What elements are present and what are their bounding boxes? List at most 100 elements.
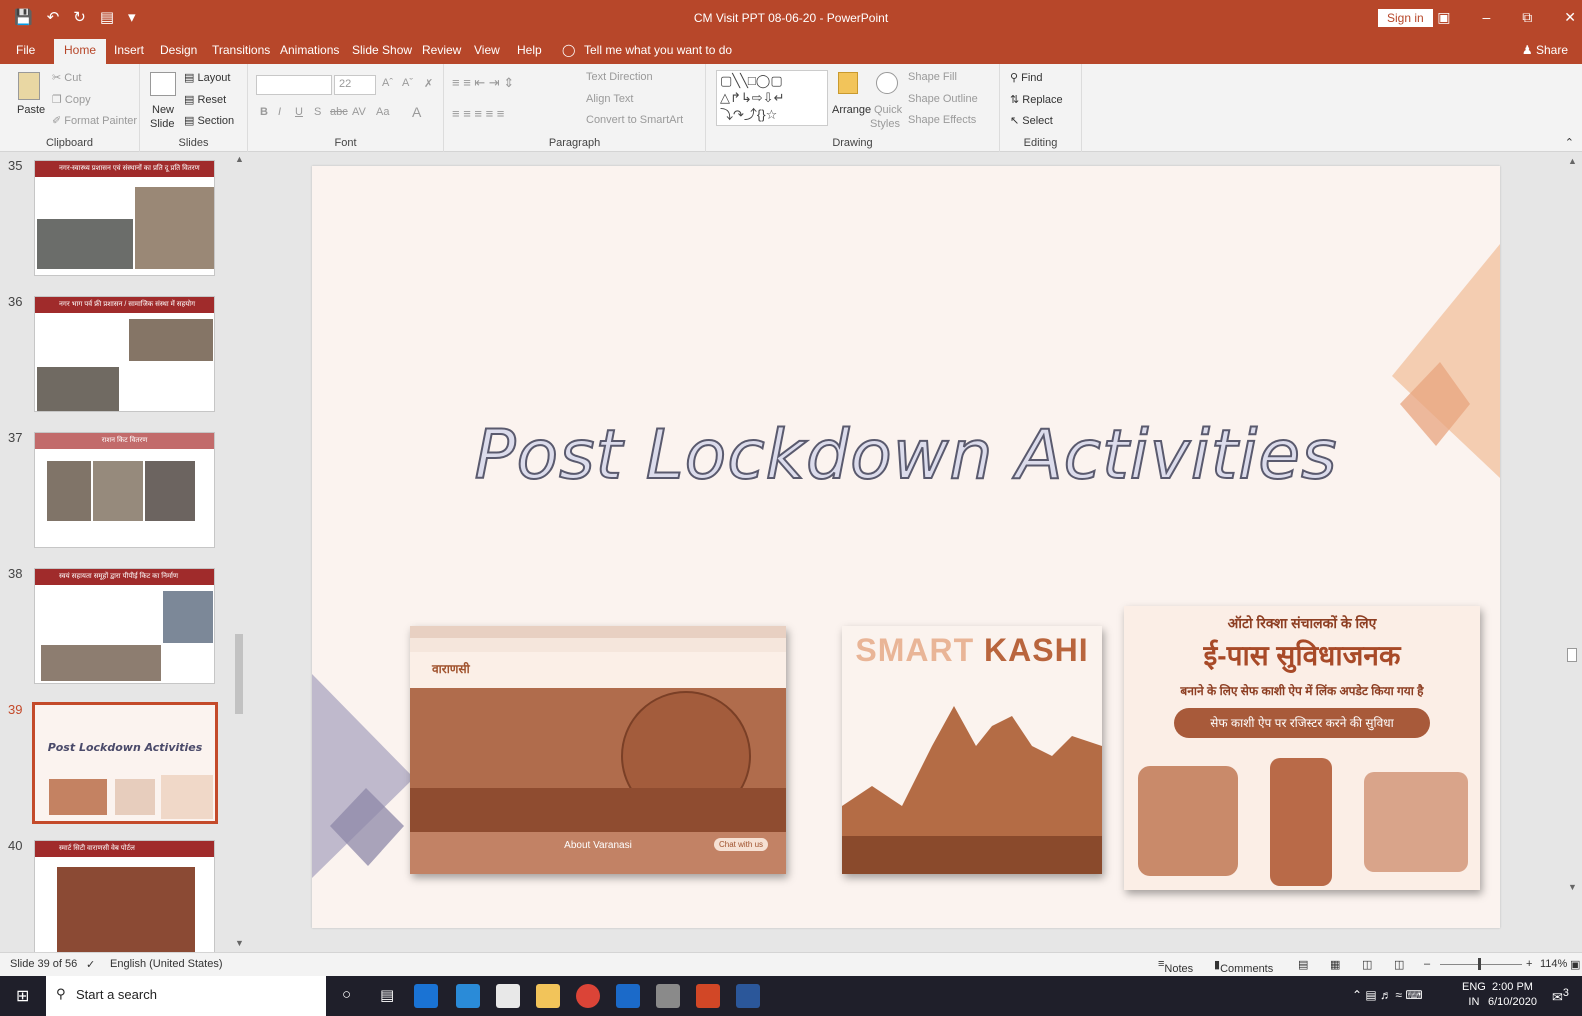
scroll-up-icon[interactable]: ▲ — [1568, 156, 1577, 166]
close-icon[interactable]: ✕ — [1564, 9, 1576, 26]
select-button[interactable]: ↖ Select — [1010, 114, 1053, 127]
cut-button[interactable]: ✂ Cut — [52, 71, 81, 84]
windows-start-icon[interactable]: ⊞ — [16, 986, 29, 1006]
tab-slide-show[interactable]: Slide Show — [352, 43, 412, 57]
paste-icon[interactable] — [18, 72, 40, 100]
network-app-icon[interactable] — [656, 984, 680, 1008]
sign-in-button[interactable]: Sign in — [1378, 9, 1433, 27]
zoom-out-icon[interactable]: – — [1424, 958, 1430, 970]
scroll-up-icon[interactable]: ▲ — [235, 154, 244, 164]
smart-kashi-image[interactable]: SMART KASHI — [842, 626, 1102, 874]
arrange-icon[interactable] — [838, 72, 858, 94]
tell-me-search[interactable]: Tell me what you want to do — [584, 43, 732, 57]
spellcheck-icon[interactable]: ✓ — [86, 958, 95, 971]
slide-title[interactable]: Post Lockdown Activities — [312, 415, 1500, 496]
shape-outline-button[interactable]: Shape Outline — [908, 93, 978, 105]
strikethrough-button[interactable]: abc — [330, 106, 348, 118]
minimize-icon[interactable]: – — [1482, 9, 1490, 26]
tab-help[interactable]: Help — [517, 43, 542, 57]
zoom-level[interactable]: 114% — [1540, 958, 1567, 970]
tab-design[interactable]: Design — [160, 43, 197, 57]
comments-button[interactable]: ▮ Comments — [1214, 958, 1273, 975]
internet-explorer-icon[interactable] — [616, 984, 640, 1008]
font-name-box[interactable] — [256, 75, 332, 95]
slide-sorter-icon[interactable]: ▦ — [1330, 958, 1340, 971]
scroll-thumb[interactable] — [235, 634, 243, 714]
task-view-icon[interactable]: ▤ — [380, 986, 394, 1004]
normal-view-icon[interactable]: ▤ — [1298, 958, 1308, 971]
quick-styles-button[interactable]: Quick — [874, 104, 902, 116]
scroll-down-icon[interactable]: ▼ — [235, 938, 244, 948]
slide-39[interactable]: Post Lockdown Activities वाराणसी About V… — [312, 166, 1500, 928]
paste-button[interactable]: Paste — [17, 104, 45, 116]
new-slide-button-line2[interactable]: Slide — [150, 118, 174, 130]
replace-button[interactable]: ⇅ Replace — [1010, 93, 1063, 106]
varanasi-website-image[interactable]: वाराणसी About Varanasi Chat with us — [410, 626, 786, 874]
shadow-button[interactable]: S — [314, 106, 321, 118]
font-color-icon[interactable]: A — [412, 104, 421, 120]
tab-view[interactable]: View — [474, 43, 500, 57]
tab-home[interactable]: Home — [54, 39, 107, 64]
text-direction-button[interactable]: Text Direction — [586, 71, 653, 83]
alignment-icons[interactable]: ≡ ≡ ≡ ≡ ≡ — [452, 106, 504, 121]
ribbon-display-icon[interactable]: ▣ — [1437, 9, 1450, 26]
new-slide-icon[interactable] — [150, 72, 176, 96]
convert-smartart-button[interactable]: Convert to SmartArt — [586, 114, 683, 126]
quick-styles-button-line2[interactable]: Styles — [870, 118, 900, 130]
shape-fill-button[interactable]: Shape Fill — [908, 71, 957, 83]
quick-styles-icon[interactable] — [876, 72, 898, 94]
layout-button[interactable]: ▤ Layout — [184, 71, 230, 84]
store-icon[interactable] — [496, 984, 520, 1008]
mail-icon[interactable] — [456, 984, 480, 1008]
tab-transitions[interactable]: Transitions — [212, 43, 270, 57]
fit-slide-icon[interactable]: ▣ — [1570, 958, 1580, 971]
clock[interactable]: 2:00 PM 6/10/2020 — [1488, 980, 1537, 1010]
input-language[interactable]: ENG IN — [1462, 980, 1486, 1010]
edge-icon[interactable] — [414, 984, 438, 1008]
section-button[interactable]: ▤ Section — [184, 114, 234, 127]
slide-thumbnail-39[interactable]: Post Lockdown Activities — [32, 702, 218, 824]
collapse-ribbon-icon[interactable]: ⌃ — [1565, 136, 1574, 149]
copy-button[interactable]: ❐ Copy — [52, 93, 91, 106]
tab-review[interactable]: Review — [422, 43, 461, 57]
bold-button[interactable]: B — [260, 106, 268, 118]
notification-icon[interactable]: ✉3 — [1552, 987, 1569, 1005]
slideshow-icon[interactable]: ◫ — [1394, 958, 1404, 971]
increase-font-icon[interactable]: Aˆ — [382, 77, 393, 89]
taskbar-search[interactable]: ⚲ Start a search — [46, 976, 326, 1016]
language-indicator[interactable]: English (United States) — [110, 958, 223, 970]
shape-effects-button[interactable]: Shape Effects — [908, 114, 976, 126]
chrome-icon[interactable] — [576, 984, 600, 1008]
tab-file[interactable]: File — [16, 43, 35, 57]
change-case-button[interactable]: Aa — [376, 106, 389, 118]
zoom-in-icon[interactable]: + — [1526, 958, 1532, 970]
shapes-gallery[interactable]: ▢╲╲□◯▢ △↱↳⇨⇩↵ ⤵↷⤴{}☆ — [716, 70, 828, 126]
zoom-slider-track[interactable] — [1440, 964, 1522, 965]
scroll-down-icon[interactable]: ▼ — [1568, 882, 1577, 892]
new-slide-button[interactable]: New — [152, 104, 174, 116]
file-explorer-icon[interactable] — [536, 984, 560, 1008]
thumbnail-scrollbar[interactable]: ▲ ▼ — [232, 152, 246, 952]
system-tray-icons[interactable]: ⌃ ▤ ♬ ≈ ⌨ — [1352, 988, 1423, 1002]
slide-scrollbar[interactable]: ▲ ▼ — [1562, 152, 1582, 952]
share-button[interactable]: ♟ Share — [1522, 43, 1568, 57]
restore-icon[interactable]: ⧉ — [1522, 9, 1532, 26]
slide-thumbnail-36[interactable]: नगर भाग पर्व फ्री प्रशासन / सामाजिक संस्… — [34, 296, 215, 412]
clear-format-icon[interactable]: ✗ — [424, 77, 433, 90]
decrease-font-icon[interactable]: Aˇ — [402, 77, 413, 89]
character-spacing-button[interactable]: AV — [352, 106, 366, 118]
word-icon[interactable] — [736, 984, 760, 1008]
slide-thumbnail-38[interactable]: स्वयं सहायता समूहों द्वारा पीपीई किट का … — [34, 568, 215, 684]
underline-button[interactable]: U — [295, 106, 303, 118]
align-text-button[interactable]: Align Text — [586, 93, 634, 105]
epass-poster-image[interactable]: ऑटो रिक्शा संचालकों के लिए ई-पास सुविधाज… — [1124, 606, 1480, 890]
slide-thumbnail-40[interactable]: स्मार्ट सिटी वाराणसी वेब पोर्टल — [34, 840, 215, 952]
slide-thumbnail-35[interactable]: नगर-स्वास्थ्य प्रशासन एवं संस्थानों का प… — [34, 160, 215, 276]
arrange-button[interactable]: Arrange — [832, 104, 871, 116]
find-button[interactable]: ⚲ Find — [1010, 71, 1043, 84]
slide-thumbnail-37[interactable]: राशन किट वितरण — [34, 432, 215, 548]
font-size-box[interactable]: 22 — [334, 75, 376, 95]
zoom-slider-thumb[interactable] — [1478, 958, 1481, 970]
bullets-icon[interactable]: ≡ ≡ ⇤ ⇥ ⇕ — [452, 75, 514, 91]
tab-insert[interactable]: Insert — [114, 43, 144, 57]
